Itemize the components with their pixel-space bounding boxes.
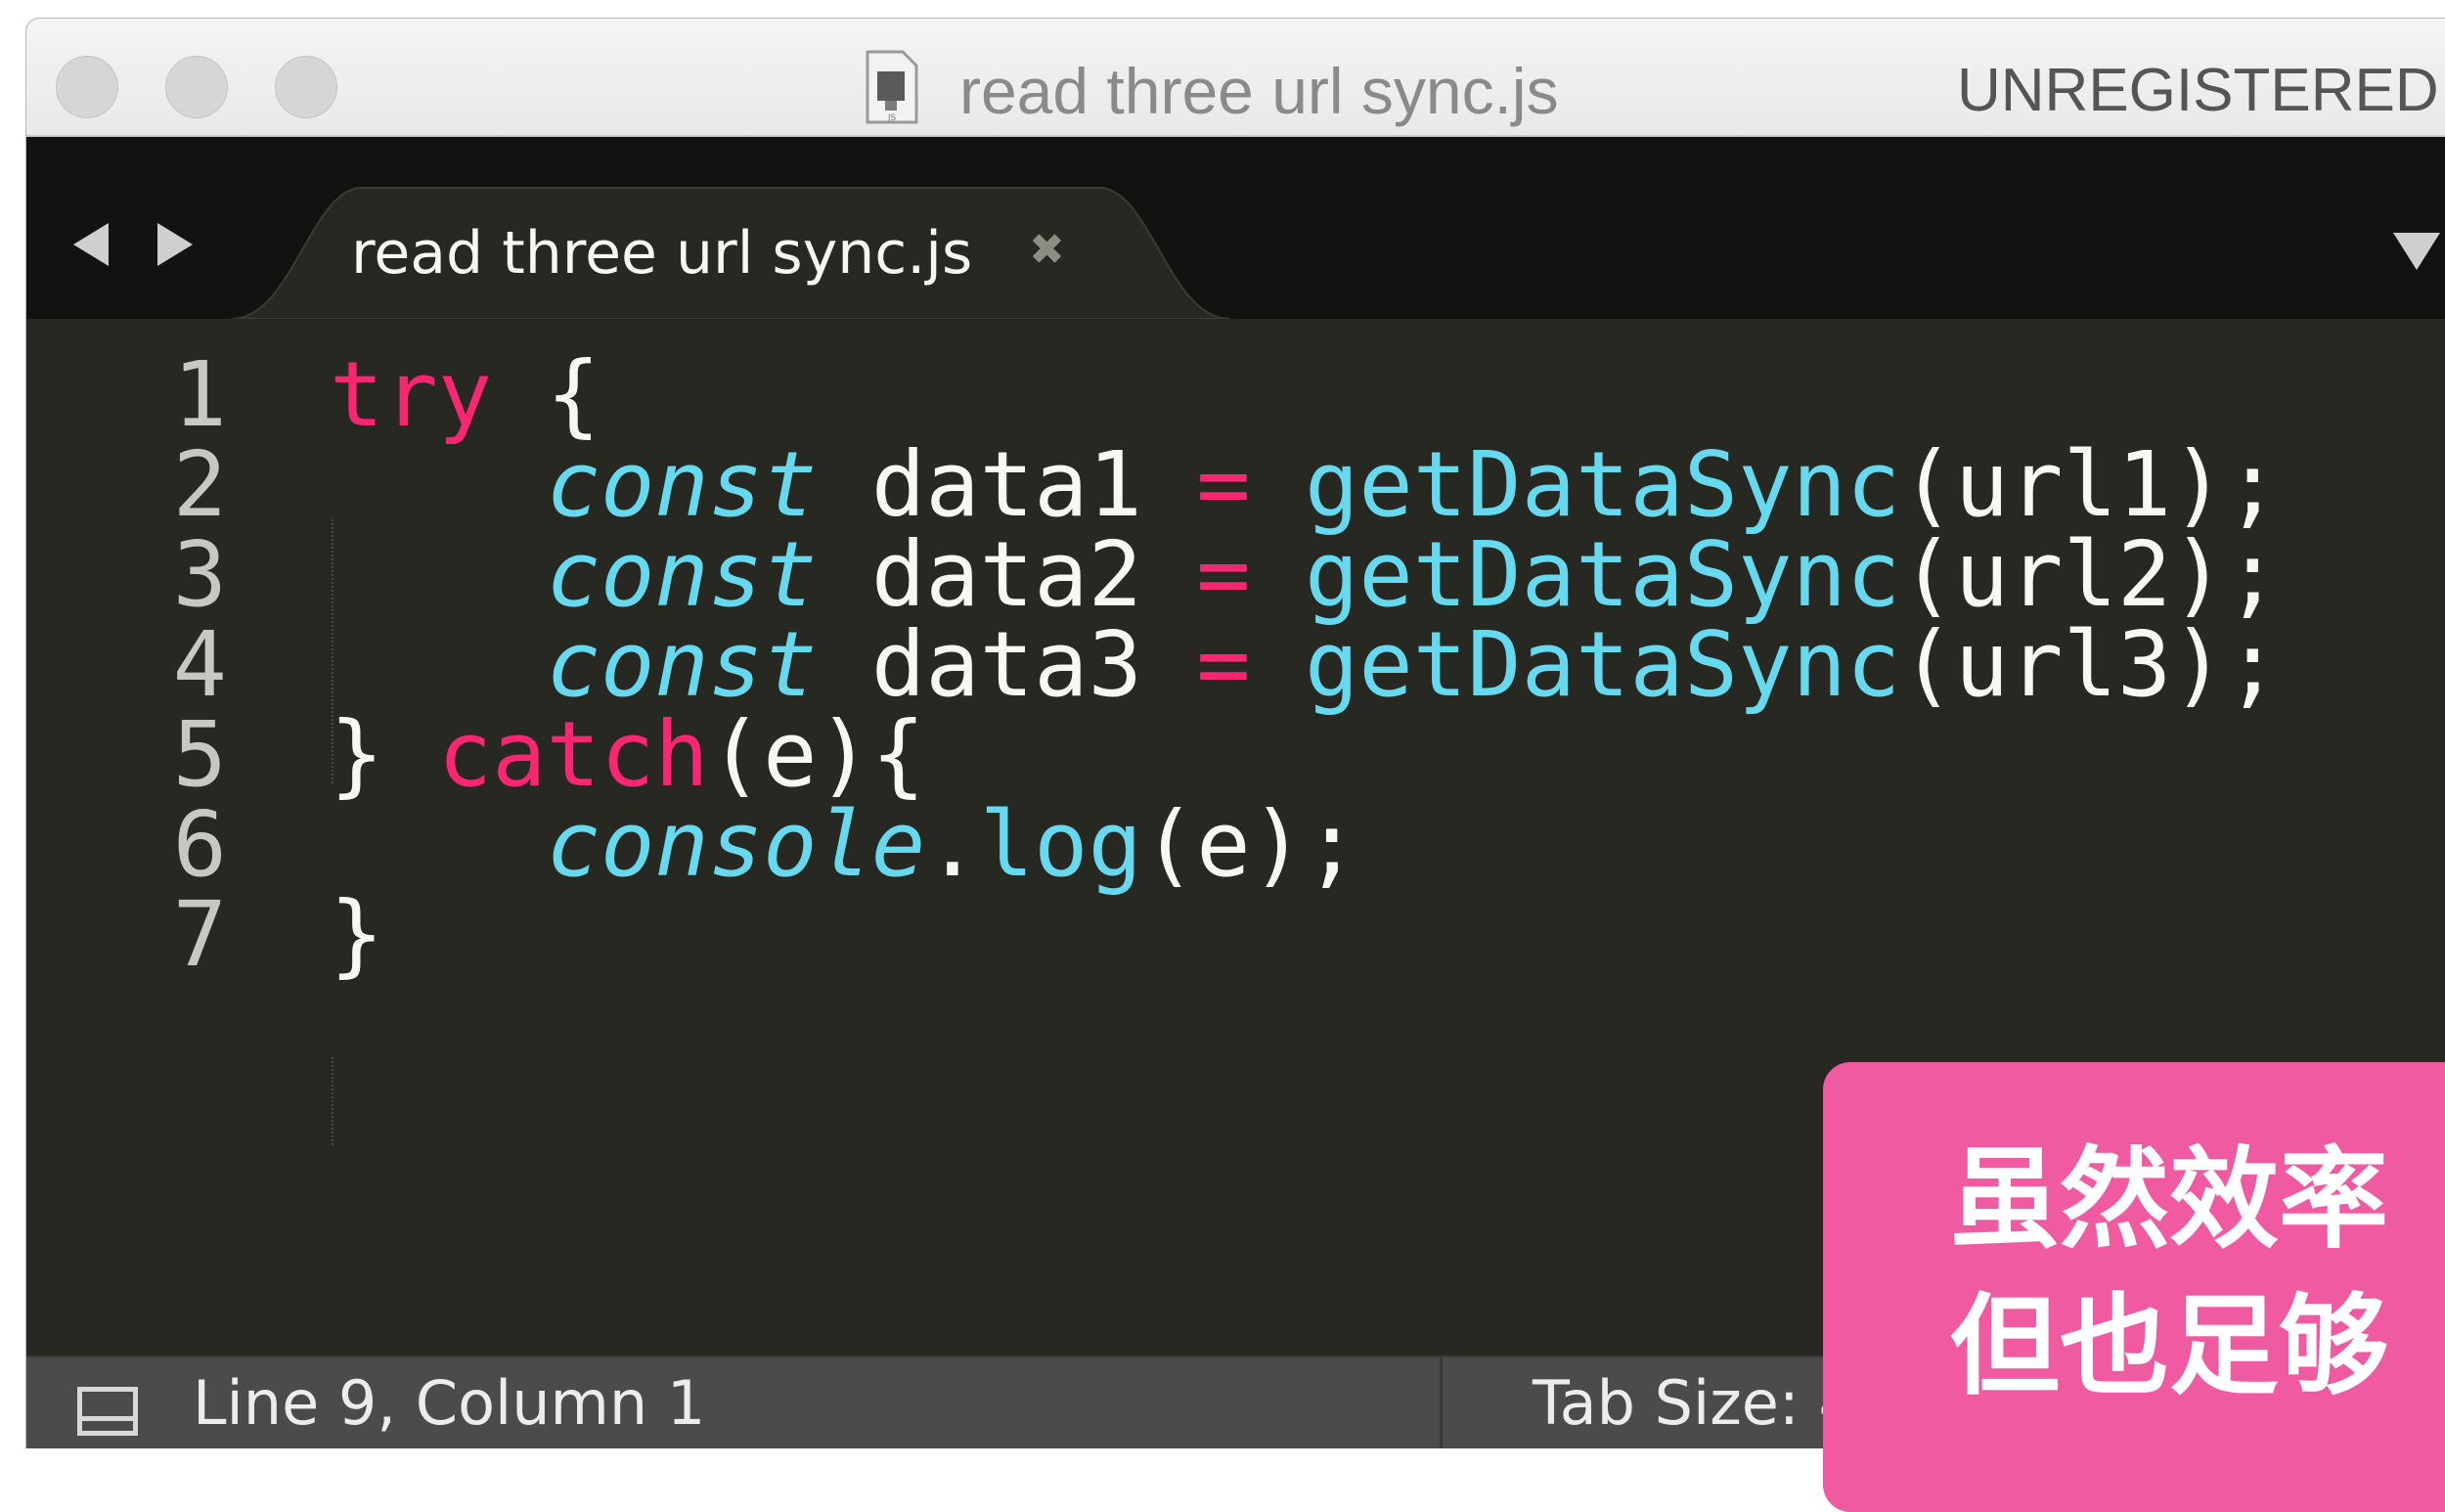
- caption-line-2: 但也足够: [1950, 1283, 2388, 1410]
- tab-close-icon[interactable]: ✖: [1029, 225, 1065, 275]
- file-icon: JS: [866, 50, 918, 124]
- code-line: const data2 = getDataSync(url2);: [330, 526, 2280, 624]
- line-number: 3: [172, 522, 227, 627]
- zoom-window-button[interactable]: [275, 56, 337, 118]
- line-number: 4: [172, 612, 227, 717]
- code-token: log: [979, 792, 1142, 897]
- code-token: data3: [817, 612, 1197, 717]
- tab-size-selector[interactable]: Tab Size: 4: [1533, 1367, 1857, 1439]
- code-token: (e);: [1141, 792, 1359, 897]
- code-token: const: [546, 432, 818, 537]
- title-bar: JS read three url sync.js UNREGISTERED: [26, 19, 2445, 137]
- minimize-window-button[interactable]: [165, 56, 228, 118]
- code-token: (url2);: [1900, 522, 2281, 627]
- code-token: console: [546, 792, 926, 897]
- status-divider: [1440, 1357, 1443, 1448]
- code-line: console.log(e);: [330, 796, 1359, 894]
- code-token: getDataSync: [1305, 612, 1901, 717]
- code-line: const data1 = getDataSync(url1);: [330, 436, 2280, 534]
- code-token: data2: [817, 522, 1197, 627]
- line-number: 1: [172, 342, 227, 447]
- unregistered-badge: UNREGISTERED: [1957, 57, 2439, 124]
- line-number: 7: [172, 882, 227, 987]
- code-token: .: [925, 792, 980, 897]
- window-title: read three url sync.js: [959, 55, 1559, 127]
- code-token: data1: [817, 432, 1197, 537]
- code-token: =: [1196, 432, 1251, 537]
- code-token: =: [1196, 612, 1251, 717]
- caption-line-1: 虽然效率: [1950, 1136, 2388, 1264]
- code-token: =: [1196, 522, 1251, 627]
- line-number: 5: [172, 702, 227, 807]
- code-token: getDataSync: [1305, 522, 1901, 627]
- tab-label[interactable]: read three url sync.js: [351, 219, 972, 288]
- tab-dropdown-icon[interactable]: [2393, 233, 2440, 270]
- code-token: try: [330, 342, 493, 447]
- caption-overlay: 虽然效率 但也足够: [1823, 1062, 2445, 1512]
- line-number: 6: [172, 792, 227, 897]
- code-token: (url1);: [1900, 432, 2281, 537]
- panel-toggle-icon[interactable]: [77, 1387, 138, 1436]
- tab-bar: read three url sync.js ✖: [26, 137, 2445, 319]
- close-window-button[interactable]: [56, 56, 118, 118]
- code-token: }: [330, 702, 438, 807]
- code-line: const data3 = getDataSync(url3);: [330, 616, 2280, 714]
- indent-guide: [332, 1057, 333, 1145]
- cursor-position: Line 9, Column 1: [193, 1367, 706, 1439]
- code-token: getDataSync: [1305, 432, 1901, 537]
- code-token: {: [492, 342, 600, 447]
- line-number: 2: [172, 432, 227, 537]
- code-token: (e){: [708, 702, 926, 807]
- code-token: const: [546, 522, 818, 627]
- code-line: } catch(e){: [330, 706, 925, 804]
- code-token: catch: [437, 702, 709, 807]
- code-line: }: [330, 886, 383, 984]
- code-token: (url3);: [1900, 612, 2281, 717]
- code-token: const: [546, 612, 818, 717]
- code-token: }: [330, 882, 384, 987]
- code-line: try {: [330, 346, 600, 444]
- svg-text:JS: JS: [887, 113, 897, 123]
